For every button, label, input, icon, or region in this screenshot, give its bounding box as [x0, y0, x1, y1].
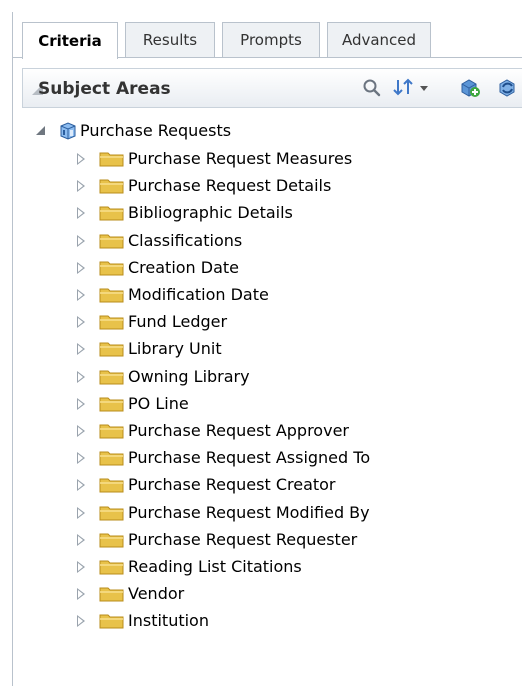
tree-item[interactable]: Classifications [0, 230, 510, 252]
folder-icon [99, 506, 124, 521]
expand-triangle-icon[interactable] [77, 452, 85, 465]
tab-advanced[interactable]: Advanced [327, 22, 431, 57]
tree-item[interactable]: Bibliographic Details [0, 202, 510, 224]
tree-item-label: Classifications [128, 230, 243, 250]
tree-item-label: Fund Ledger [128, 312, 228, 332]
tree-item-label: Purchase Request Requester [128, 529, 358, 549]
expand-triangle-icon[interactable] [77, 153, 85, 165]
folder-icon [99, 179, 124, 194]
tree-item-label: Purchase Request Creator [128, 475, 336, 495]
tree-item-label: Institution [128, 611, 209, 631]
cube-icon [60, 122, 76, 140]
tree-item-label: Purchase Request Assigned To [128, 448, 371, 468]
collapse-root-icon[interactable] [36, 126, 45, 135]
tree-item[interactable]: Purchase Request Approver [0, 420, 510, 442]
expand-triangle-icon[interactable] [77, 479, 85, 492]
tree-item[interactable]: Purchase Request Assigned To [0, 447, 510, 469]
tree-item[interactable]: Vendor [0, 583, 510, 605]
folder-icon [99, 370, 124, 385]
expand-triangle-icon[interactable] [77, 261, 85, 274]
tree-item-label: Creation Date [128, 257, 240, 277]
folder-icon [99, 342, 124, 357]
folder-icon [99, 206, 124, 221]
tree-item-label: Modification Date [128, 285, 269, 304]
tree-item-label: Vendor [128, 584, 185, 604]
tree-item-label: Purchase Request Approver [128, 421, 349, 440]
expand-triangle-icon[interactable] [77, 289, 85, 301]
add-subject-area-icon[interactable] [458, 77, 482, 99]
tab-results[interactable]: Results [125, 22, 215, 57]
folder-icon [99, 587, 124, 602]
expand-triangle-icon[interactable] [77, 234, 85, 247]
tab-prompts[interactable]: Prompts [222, 22, 320, 57]
tree-item[interactable]: PO Line [0, 393, 510, 415]
tree-item[interactable]: Fund Ledger [0, 311, 510, 333]
folder-icon [99, 288, 124, 303]
expand-triangle-icon[interactable] [77, 588, 85, 601]
folder-icon [99, 560, 124, 575]
folder-icon [99, 533, 124, 548]
tree-item-label: PO Line [128, 393, 189, 413]
tree-item-label: Purchase Request Modified By [128, 502, 370, 522]
folder-icon [99, 152, 124, 167]
expand-triangle-icon[interactable] [77, 425, 85, 437]
expand-triangle-icon[interactable] [77, 506, 85, 519]
tree-item-label: Owning Library [128, 366, 250, 386]
dropdown-arrow-icon[interactable] [418, 77, 430, 99]
tree-item[interactable]: Purchase Request Details [0, 175, 510, 197]
expand-triangle-icon[interactable] [77, 397, 85, 410]
tree-item-label: Bibliographic Details [128, 203, 293, 223]
tree-item[interactable]: Creation Date [0, 257, 510, 279]
tree-item-label: Purchase Request Details [128, 176, 332, 196]
tree-item[interactable]: Institution [0, 610, 510, 632]
expand-triangle-icon[interactable] [77, 561, 85, 573]
folder-icon [99, 397, 124, 412]
folder-icon [99, 424, 124, 439]
expand-triangle-icon[interactable] [77, 533, 85, 546]
expand-triangle-icon[interactable] [77, 615, 85, 628]
folder-icon [99, 478, 124, 493]
tree-item[interactable]: Purchase Request Requester [0, 529, 510, 551]
folder-icon [99, 234, 124, 249]
expand-triangle-icon[interactable] [77, 207, 85, 220]
folder-icon [99, 614, 124, 629]
expand-triangle-icon[interactable] [77, 316, 85, 329]
tree-item[interactable]: Reading List Citations [0, 556, 510, 578]
search-icon[interactable] [361, 77, 383, 99]
folder-icon [99, 261, 124, 276]
tree-root-label[interactable]: Purchase Requests [80, 121, 231, 140]
tree-item[interactable]: Owning Library [0, 366, 510, 388]
tree-item[interactable]: Modification Date [0, 284, 510, 306]
tree-item[interactable]: Purchase Request Measures [0, 148, 510, 170]
tree-item[interactable]: Purchase Request Creator [0, 474, 510, 496]
tree-item-label: Library Unit [128, 339, 222, 359]
expand-triangle-icon[interactable] [77, 180, 85, 193]
folder-icon [99, 315, 124, 330]
expand-triangle-icon[interactable] [77, 343, 85, 356]
panel-title: Subject Areas [38, 79, 171, 99]
tab-criteria[interactable]: Criteria [22, 22, 118, 59]
folder-icon [99, 451, 124, 466]
refresh-icon[interactable] [496, 77, 520, 99]
tree-item-label: Reading List Citations [128, 557, 302, 576]
expand-triangle-icon[interactable] [77, 370, 85, 383]
tree-item[interactable]: Purchase Request Modified By [0, 502, 510, 524]
tree-item-label: Purchase Request Measures [128, 149, 353, 168]
sort-icon[interactable] [392, 77, 418, 99]
tree-item[interactable]: Library Unit [0, 338, 510, 360]
